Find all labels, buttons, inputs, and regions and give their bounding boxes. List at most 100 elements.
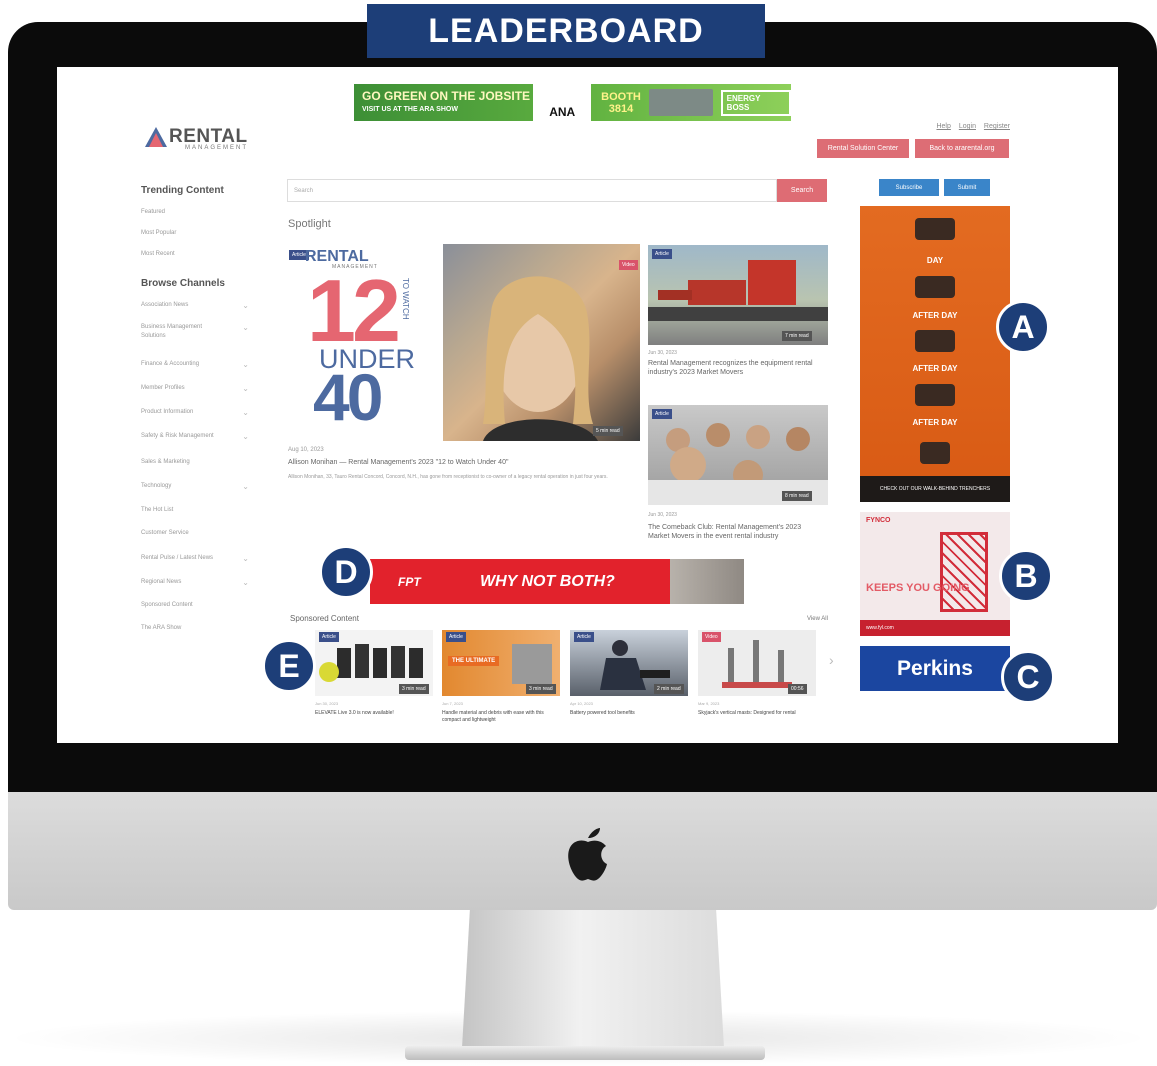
leaderboard-callout: LEADERBOARD: [367, 4, 765, 58]
sponsored-title[interactable]: Handle material and debris with ease wit…: [442, 710, 560, 724]
sidebar-channel-label: Member Profiles: [141, 385, 185, 391]
sidebar-channel-item[interactable]: Rental Pulse / Latest News ⌄: [141, 554, 249, 563]
sponsored-card-image[interactable]: Article 2 min read: [570, 630, 688, 696]
view-all-link[interactable]: View All: [807, 616, 828, 622]
sponsored-title[interactable]: Battery powered tool benefits: [570, 710, 688, 717]
fpt-headline: WHY NOT BOTH?: [480, 572, 615, 590]
sponsored-banner: THE ULTIMATE: [448, 656, 500, 666]
sponsored-card-image[interactable]: THE ULTIMATE Article 3 min read: [442, 630, 560, 696]
rental-solution-center-button[interactable]: Rental Solution Center: [817, 139, 909, 158]
chevron-down-icon[interactable]: ⌄: [242, 408, 249, 417]
sidebar-channel-label: Sponsored Content: [141, 602, 193, 608]
chevron-down-icon[interactable]: ⌄: [242, 360, 249, 369]
sidebar-channel-label: Association News: [141, 302, 189, 308]
search-input[interactable]: Search: [287, 179, 777, 202]
chevron-down-icon[interactable]: ⌄: [242, 554, 249, 563]
skyscraper-ad[interactable]: DAY AFTER DAY AFTER DAY AFTER DAY CHECK …: [860, 206, 1010, 502]
login-link[interactable]: Login: [959, 123, 976, 130]
ad-a-label: AFTER DAY: [912, 311, 958, 320]
search-button[interactable]: Search: [777, 179, 827, 202]
excavator-photo[interactable]: Article 7 min read: [648, 245, 828, 345]
carousel-next-icon[interactable]: ›: [829, 652, 834, 668]
callout-badge-a: A: [996, 300, 1050, 354]
chevron-down-icon[interactable]: ⌄: [242, 301, 249, 310]
card-title[interactable]: The Comeback Club: Rental Management's 2…: [648, 523, 818, 541]
subscribe-button[interactable]: Subscribe: [879, 179, 939, 196]
leaderboard-ad-brand: ANA: [533, 84, 592, 121]
article-tag: Article: [652, 409, 672, 419]
sidebar-channel-item[interactable]: Customer Service: [141, 529, 249, 538]
sidebar-channel-label: Product Information: [141, 409, 194, 415]
sponsored-card-image[interactable]: Article 3 min read: [315, 630, 433, 696]
sidebar-channel-item[interactable]: Sponsored Content: [141, 601, 249, 610]
group-photo-icon: [648, 423, 828, 505]
ad-a-label: AFTER DAY: [912, 418, 958, 427]
sidebar-channel-item[interactable]: Technology ⌄: [141, 482, 249, 491]
sponsored-date: Apr 10, 2023: [570, 701, 593, 706]
team-photo[interactable]: Article 8 min read: [648, 405, 828, 505]
sidebar-channel-label: Sales & Marketing: [141, 459, 190, 465]
back-to-ararental-button[interactable]: Back to ararental.org: [915, 139, 1009, 158]
card-date: Jun 30, 2023: [648, 512, 677, 518]
spotlight-photo[interactable]: Video 5 min read: [443, 244, 640, 441]
chevron-down-icon[interactable]: ⌄: [242, 384, 249, 393]
ad-a-footer: CHECK OUT OUR WALK-BEHIND TRENCHERS: [860, 476, 1010, 502]
sidebar-channel-label: The Hot List: [141, 507, 174, 513]
help-link[interactable]: Help: [936, 123, 950, 130]
trending-item-label: Featured: [141, 209, 166, 215]
trencher-image: [915, 384, 955, 406]
read-time: 3 min read: [526, 684, 556, 694]
ad-b-headline: KEEPS YOU GOING: [866, 582, 970, 594]
excavator-image-icon: [648, 260, 828, 321]
article-tag: Article: [446, 632, 466, 642]
chevron-down-icon[interactable]: ⌄: [242, 578, 249, 587]
sidebar-channel-item[interactable]: Regional News ⌄: [141, 578, 249, 587]
feature-excerpt: Allison Monihan, 33, Tauro Rental Concor…: [288, 474, 608, 480]
sidebar-channel-label: Regional News: [141, 579, 182, 585]
sidebar-channel-label: Finance & Accounting: [141, 361, 200, 367]
trending-heading: Trending Content: [141, 185, 224, 196]
register-link[interactable]: Register: [984, 123, 1010, 130]
imac-mockup: LEADERBOARD GO GREEN ON THE JOBSITE VISI…: [0, 0, 1157, 1066]
sidebar-channel-item[interactable]: Safety & Risk Management ⌄: [141, 432, 249, 441]
trending-item-featured[interactable]: Featured: [141, 209, 249, 215]
sidebar-channel-item[interactable]: Finance & Accounting ⌄: [141, 360, 249, 369]
callout-badge-e: E: [262, 639, 316, 693]
trencher-bucket-image: [920, 442, 950, 464]
sidebar-channel-item[interactable]: Association News ⌄: [141, 301, 249, 310]
loader-image: [512, 644, 552, 684]
spotlight-heading: Spotlight: [288, 218, 331, 230]
trending-item-popular[interactable]: Most Popular: [141, 230, 249, 236]
sidebar-channel-item[interactable]: The Hot List: [141, 506, 249, 515]
submit-button[interactable]: Submit: [944, 179, 990, 196]
leaderboard-ad[interactable]: GO GREEN ON THE JOBSITE VISIT US AT THE …: [354, 84, 791, 121]
chevron-down-icon[interactable]: ⌄: [242, 432, 249, 441]
sponsored-date: Jun 30, 2023: [315, 701, 339, 706]
sidebar-channel-item[interactable]: Member Profiles ⌄: [141, 384, 249, 393]
inline-banner-ad[interactable]: FPT WHY NOT BOTH?: [370, 559, 744, 604]
article-tag: Article: [319, 632, 339, 642]
trending-item-label: Most Recent: [141, 251, 175, 257]
card-title[interactable]: Rental Management recognizes the equipme…: [648, 359, 818, 377]
sidebar-channel-label: Business Management Solutions: [141, 324, 203, 339]
scissor-lift-image: [940, 532, 988, 612]
trending-item-recent[interactable]: Most Recent: [141, 251, 249, 257]
sponsored-title[interactable]: Skyjack's vertical masts: Designed for r…: [698, 710, 816, 717]
sponsored-card-image[interactable]: Video 00:56: [698, 630, 816, 696]
feature-date: Aug 10, 2023: [288, 447, 324, 453]
sidebar-channel-item[interactable]: Business Management Solutions ⌄: [141, 323, 249, 341]
feature-title[interactable]: Allison Monihan — Rental Management's 20…: [288, 458, 648, 467]
sidebar-channel-item[interactable]: Product Information ⌄: [141, 408, 249, 417]
box-ad[interactable]: FYNCO KEEPS YOU GOING www.fyl.com: [860, 512, 1010, 636]
sidebar-channel-item[interactable]: The ARA Show: [141, 624, 249, 633]
callout-badge-c: C: [1001, 650, 1055, 704]
sidebar-channel-item[interactable]: Sales & Marketing: [141, 458, 249, 467]
ad-a-label: DAY: [926, 256, 944, 265]
sponsored-title[interactable]: ELEVATE Live 3.0 is now available!: [315, 710, 433, 717]
browse-heading: Browse Channels: [141, 278, 225, 289]
chevron-down-icon[interactable]: ⌄: [242, 323, 249, 341]
sponsor-logo-ad[interactable]: Perkins: [860, 646, 1010, 691]
chevron-down-icon[interactable]: ⌄: [242, 482, 249, 491]
read-time: 5 min read: [593, 426, 623, 436]
feature-graphic[interactable]: Article RENTAL MANAGEMENT 12 TO WATCH UN…: [287, 244, 425, 440]
